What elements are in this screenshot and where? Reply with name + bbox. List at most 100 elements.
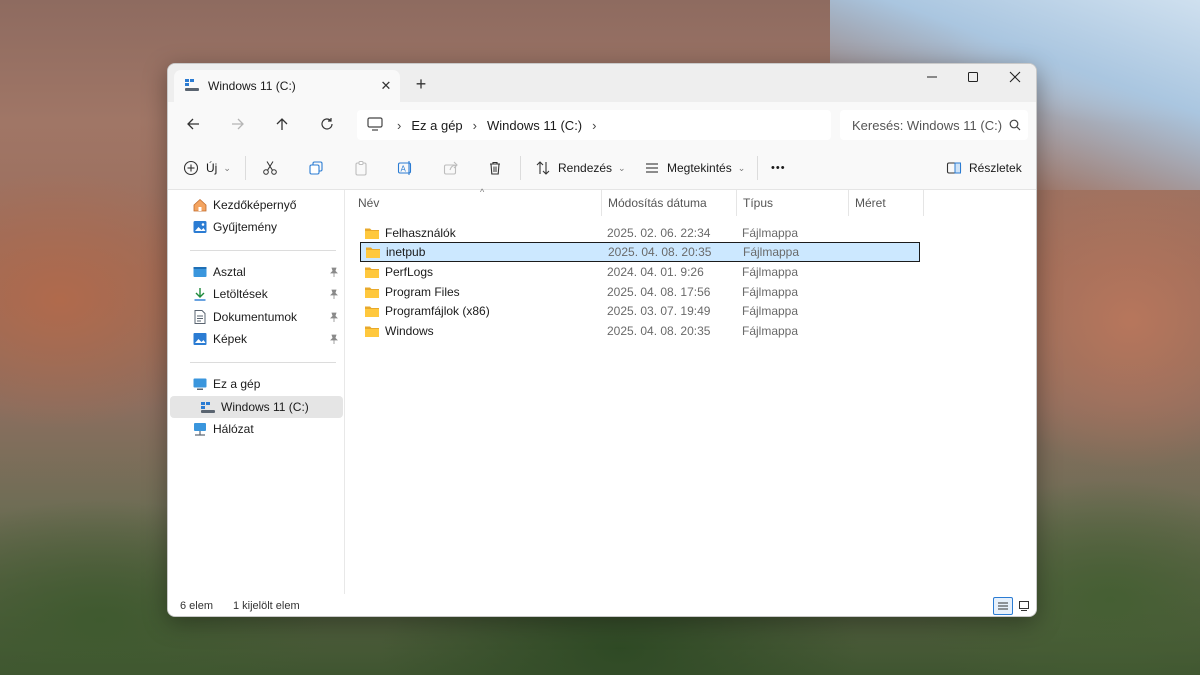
column-header-name[interactable]: Név ^ <box>352 187 602 216</box>
sort-button[interactable]: Rendezés ⌄ <box>535 154 626 182</box>
file-type: Fájlmappa <box>743 245 800 259</box>
back-button[interactable] <box>178 110 208 138</box>
chevron-right-icon[interactable]: › <box>397 118 401 133</box>
drive-icon <box>201 402 215 413</box>
table-row[interactable]: Windows 2025. 04. 08. 20:35 Fájlmappa <box>360 321 920 341</box>
column-header-date[interactable]: Módosítás dátuma <box>602 190 737 216</box>
address-bar[interactable]: › Ez a gép › Windows 11 (C:) › <box>357 110 831 140</box>
plus-icon[interactable]: + <box>409 72 433 96</box>
view-label: Megtekintés <box>667 161 732 175</box>
file-name-cell: PerfLogs <box>364 265 433 279</box>
pin-icon[interactable] <box>325 289 343 299</box>
column-label: Típus <box>743 196 774 210</box>
file-name: Program Files <box>385 285 460 299</box>
search-icon[interactable] <box>1002 119 1028 131</box>
file-name: inetpub <box>386 245 426 259</box>
selected-count: 1 kijelölt elem <box>233 600 300 612</box>
sidebar-item-this-pc[interactable]: Ez a gép <box>170 373 343 395</box>
network-icon <box>194 423 206 436</box>
table-row[interactable]: Program Files 2025. 04. 08. 17:56 Fájlmapp… <box>360 282 920 302</box>
close-window-button[interactable] <box>992 64 1036 90</box>
table-row[interactable]: inetpub 2025. 04. 08. 20:35 Fájlmappa <box>360 242 920 262</box>
sidebar-item-label: Gyűjtemény <box>213 220 278 234</box>
new-button[interactable]: Új ⌄ <box>183 154 231 182</box>
sidebar-item-gallery[interactable]: Gyűjtemény <box>170 216 343 238</box>
sidebar-item-downloads[interactable]: Letöltések <box>170 283 343 305</box>
breadcrumb-drive[interactable]: Windows 11 (C:) <box>487 118 582 133</box>
status-bar: 6 elem 1 kijelölt elem <box>168 594 1036 616</box>
sort-up-icon: ^ <box>480 187 485 197</box>
sort-icon <box>536 161 550 175</box>
monitor-icon <box>367 116 383 134</box>
folder-icon <box>365 228 379 239</box>
maximize-button[interactable] <box>950 64 995 90</box>
share-button[interactable] <box>443 154 459 182</box>
column-header-size[interactable]: Méret <box>849 190 924 216</box>
tiles-view-button[interactable] <box>1014 597 1034 615</box>
column-label: Módosítás dátuma <box>608 196 707 210</box>
forward-button[interactable] <box>223 110 253 138</box>
sidebar-item-pictures[interactable]: Képek <box>170 328 343 350</box>
sidebar-item-network[interactable]: Hálózat <box>170 418 343 440</box>
sidebar-item-home[interactable]: Kezdőképernyő <box>170 194 343 216</box>
pin-icon[interactable] <box>325 334 343 344</box>
search-placeholder: Keresés: Windows 11 (C:) <box>852 117 1002 133</box>
divider <box>757 156 758 180</box>
folder-icon <box>366 247 380 258</box>
file-explorer-window: Windows 11 (C:) ✕ + › Ez a gép › Windows… <box>167 63 1037 617</box>
file-name-cell: Windows <box>364 324 434 338</box>
file-date: 2024. 04. 01. 9:26 <box>607 265 704 279</box>
details-view-button[interactable] <box>993 597 1013 615</box>
divider <box>190 250 336 251</box>
arrow-left-icon <box>187 118 199 130</box>
minimize-button[interactable] <box>909 64 954 90</box>
close-icon[interactable]: ✕ <box>372 78 400 94</box>
chevron-right-icon[interactable]: › <box>592 118 596 133</box>
download-icon <box>194 288 206 301</box>
up-button[interactable] <box>267 110 297 138</box>
table-row[interactable]: PerfLogs 2024. 04. 01. 9:26 Fájlmappa <box>360 262 920 282</box>
delete-button[interactable] <box>487 154 503 182</box>
table-row[interactable]: Felhasználók 2025. 02. 06. 22:34 Fájlmappa <box>360 223 920 243</box>
file-date: 2025. 04. 08. 17:56 <box>607 285 711 299</box>
search-input[interactable]: Keresés: Windows 11 (C:) <box>840 110 1028 140</box>
arrow-right-icon <box>232 118 244 130</box>
picture-icon <box>193 333 207 345</box>
column-label: Méret <box>855 196 886 210</box>
view-button[interactable]: Megtekintés ⌄ <box>644 154 745 182</box>
copy-button[interactable] <box>308 154 324 182</box>
sidebar-item-documents[interactable]: Dokumentumok <box>170 306 343 328</box>
home-icon <box>193 198 207 212</box>
document-icon <box>194 310 206 324</box>
file-date: 2025. 04. 08. 20:35 <box>607 324 711 338</box>
command-bar: Új ⌄ A Rendezés ⌄ Megtekintés ⌄ ••• Rész… <box>168 146 1036 190</box>
cut-button[interactable] <box>262 154 278 182</box>
file-name: Programfájlok (x86) <box>385 304 490 318</box>
file-type: Fájlmappa <box>742 285 799 299</box>
tab-windows-11[interactable]: Windows 11 (C:) ✕ <box>174 70 400 102</box>
rename-button[interactable]: A <box>397 154 413 182</box>
title-bar: Windows 11 (C:) ✕ + <box>168 64 1036 102</box>
sidebar-item-drive-c[interactable]: Windows 11 (C:) <box>170 396 343 418</box>
breadcrumb-this-pc[interactable]: Ez a gép <box>411 118 462 133</box>
sidebar-item-label: Kezdőképernyő <box>213 198 297 212</box>
file-name: PerfLogs <box>385 265 434 279</box>
maximize-icon <box>967 72 978 82</box>
sidebar-item-label: Hálózat <box>213 422 254 436</box>
details-pane-button[interactable]: Részletek <box>946 154 1022 182</box>
table-row[interactable]: Programfájlok (x86) 2025. 03. 07. 19:49 Fá… <box>360 301 920 321</box>
file-list: Név ^ Módosítás dátuma Típus Méret Felha… <box>346 187 1036 594</box>
sidebar-item-label: Ez a gép <box>213 377 261 391</box>
column-header-type[interactable]: Típus <box>737 190 849 216</box>
folder-icon <box>365 306 379 317</box>
minimize-icon <box>926 76 937 78</box>
refresh-button[interactable] <box>312 110 342 138</box>
paste-button[interactable] <box>353 154 369 182</box>
chevron-right-icon[interactable]: › <box>473 118 477 133</box>
svg-text:A: A <box>401 165 407 174</box>
pin-icon[interactable] <box>325 312 343 322</box>
sidebar-item-desktop[interactable]: Asztal <box>170 261 343 283</box>
pin-icon[interactable] <box>325 267 343 277</box>
copy-icon <box>309 161 323 175</box>
more-options-button[interactable]: ••• <box>771 154 786 182</box>
